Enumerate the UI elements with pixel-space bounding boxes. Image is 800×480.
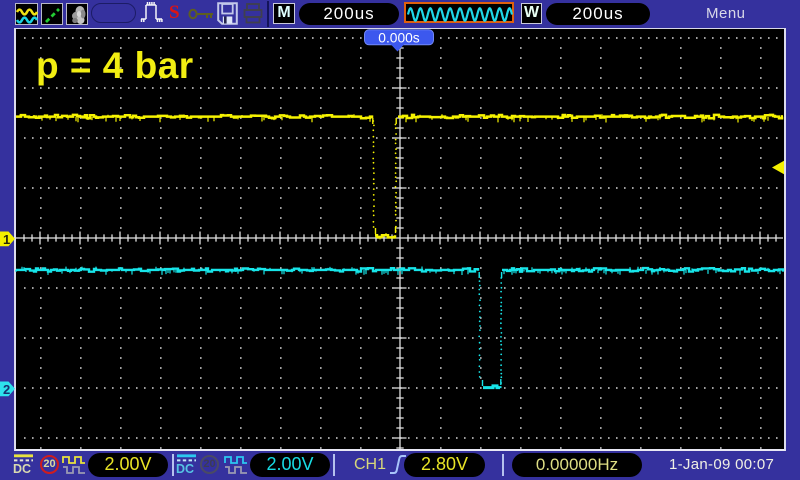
- svg-text:1: 1: [3, 232, 10, 247]
- svg-text:DC: DC: [176, 462, 194, 474]
- svg-text:2: 2: [3, 382, 10, 397]
- svg-text:DC: DC: [13, 462, 31, 474]
- svg-text:0.000s: 0.000s: [378, 30, 420, 45]
